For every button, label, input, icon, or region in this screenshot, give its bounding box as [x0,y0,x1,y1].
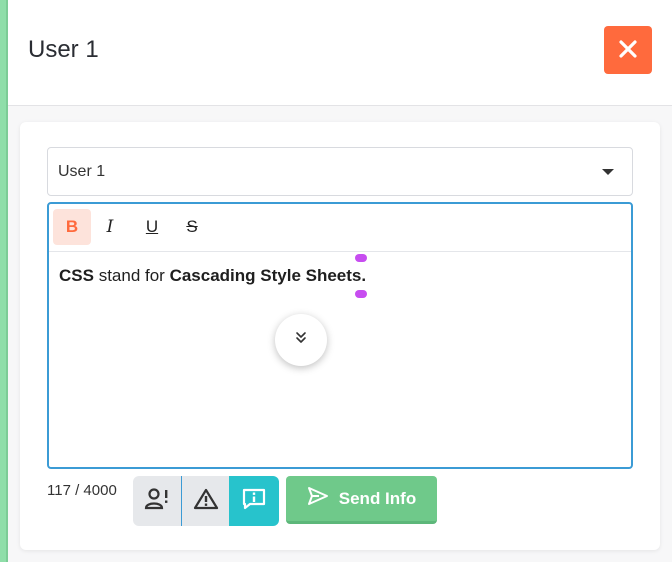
double-chevron-down-icon [294,331,308,350]
editor-content[interactable]: CSS stand for Cascading Style Sheets. [59,266,366,286]
user-panel: User 1 User 1 B I U S CSS stand for Casc… [8,0,672,562]
warning-icon [193,488,219,515]
close-button[interactable] [604,26,652,74]
warning-button[interactable] [181,476,229,526]
char-counter: 117 / 4000 [47,482,117,499]
underline-button[interactable]: U [133,209,171,245]
user-alert-icon [144,487,170,515]
strikethrough-button[interactable]: S [173,209,211,245]
send-info-label: Send Info [338,488,417,508]
message-card: User 1 B I U S CSS stand for Cascading S… [20,122,660,550]
page-title: User 1 [28,36,99,63]
caret-down-icon [602,169,614,175]
selection-handle-end[interactable] [355,290,367,298]
scroll-down-button[interactable] [275,314,327,366]
italic-button[interactable]: I [91,209,129,245]
bold-button[interactable]: B [53,209,91,245]
left-strip [0,0,8,562]
close-icon [618,39,638,62]
content-text: stand for [93,266,170,285]
info-button[interactable] [229,476,279,526]
recipient-select[interactable]: User 1 [47,147,633,196]
content-bold-2: Cascading Style Sheets. [169,266,367,285]
content-bold-1: CSS [59,266,94,285]
selection-handle-start[interactable] [355,254,367,262]
send-info-button[interactable]: Send Info [286,476,437,524]
recipient-select-value: User 1 [58,162,106,180]
send-icon [307,486,329,511]
message-type-group [133,476,279,526]
editor-toolbar: B I U S [49,204,631,252]
message-editor[interactable]: B I U S CSS stand for Cascading Style Sh… [47,202,633,469]
panel-header: User 1 [8,0,672,106]
info-message-icon [241,487,267,516]
user-alert-button[interactable] [133,476,181,526]
